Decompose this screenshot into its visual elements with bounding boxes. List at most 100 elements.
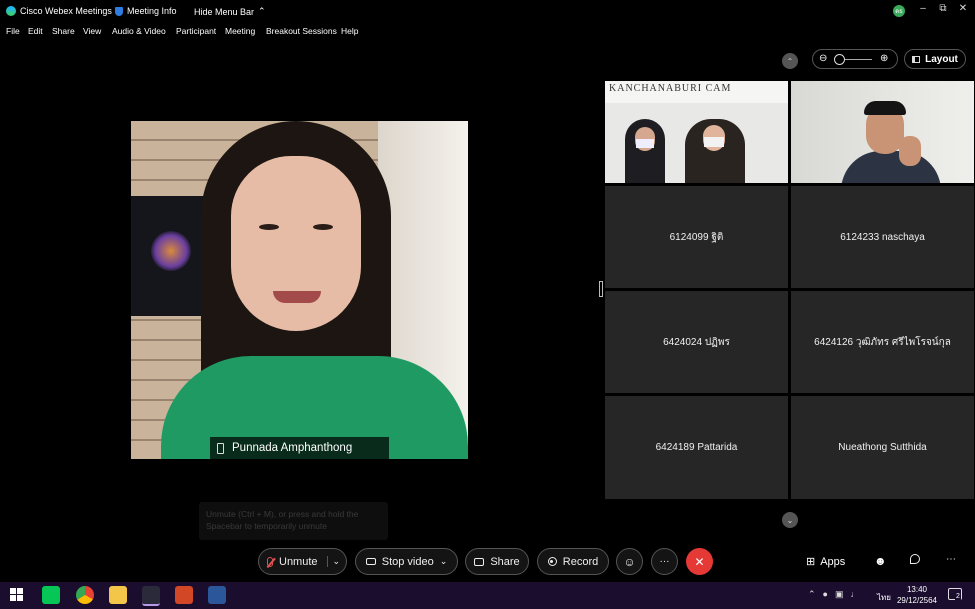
menu-breakout-sessions[interactable]: Breakout Sessions bbox=[266, 26, 337, 36]
participant-name-label: Punnada Amphanthong bbox=[210, 437, 389, 459]
tile-participant-name: 6424024 ปฏิพร bbox=[663, 336, 730, 348]
network-icon[interactable]: ▣ bbox=[835, 589, 844, 600]
chat-button[interactable] bbox=[910, 553, 920, 567]
menu-meeting[interactable]: Meeting bbox=[225, 26, 255, 36]
menu-help[interactable]: Help bbox=[341, 26, 358, 36]
video-tile-classroom: KANCHANABURI CAM bbox=[605, 81, 788, 183]
scroll-down-button[interactable]: ⌄ bbox=[782, 512, 798, 528]
unmute-hint-text: Unmute (Ctrl + M), or press and hold the… bbox=[206, 509, 359, 531]
unmute-options-chevron-icon[interactable]: ⌄ bbox=[326, 556, 340, 567]
video-tile: 6124099 ฐิติ bbox=[605, 186, 788, 288]
line-app-icon[interactable] bbox=[42, 586, 60, 604]
system-tray: ⌃ ● ▣ ♩ bbox=[808, 589, 860, 600]
person-face bbox=[231, 156, 361, 331]
notification-center-button[interactable]: 2 bbox=[948, 588, 962, 600]
apps-grid-icon: ⊞ bbox=[806, 556, 816, 568]
powerpoint-icon[interactable] bbox=[175, 586, 193, 604]
video-tile: 6424189 Pattarida bbox=[605, 396, 788, 499]
record-button[interactable]: Record bbox=[537, 548, 609, 575]
panel-resize-handle[interactable] bbox=[599, 281, 603, 297]
video-tile: Nueathong Sutthida bbox=[791, 396, 974, 499]
meeting-info-button[interactable]: Meeting Info bbox=[115, 6, 177, 16]
close-window-button[interactable]: ✕ bbox=[955, 3, 971, 17]
clock-time: 13:40 bbox=[906, 585, 928, 594]
record-icon bbox=[547, 557, 557, 566]
zoom-slider-handle[interactable] bbox=[834, 54, 845, 65]
layout-label: Layout bbox=[925, 53, 958, 65]
clock-date: 29/12/2564 bbox=[896, 596, 938, 605]
ellipsis-icon: ⋯ bbox=[946, 554, 956, 565]
active-speaker-video: Punnada Amphanthong bbox=[131, 121, 468, 459]
webex-taskbar-icon[interactable] bbox=[142, 586, 160, 606]
microphone-muted-icon bbox=[266, 556, 276, 568]
minimize-button[interactable]: – bbox=[915, 3, 931, 17]
video-camera-icon bbox=[365, 558, 376, 565]
share-button[interactable]: Share bbox=[465, 548, 529, 575]
user-avatar[interactable]: ดธ bbox=[893, 5, 905, 17]
person-right bbox=[685, 119, 745, 183]
participants-button[interactable]: ☻ bbox=[874, 554, 887, 568]
share-screen-icon bbox=[474, 557, 485, 566]
video-options-chevron-icon[interactable]: ⌄ bbox=[440, 556, 448, 567]
video-tile: 6424126 วุฒิภัทร ศรีไพโรจน์กุล bbox=[791, 291, 974, 393]
stop-video-label: Stop video bbox=[381, 555, 434, 568]
video-tile-man bbox=[791, 81, 974, 183]
chrome-icon[interactable] bbox=[76, 586, 94, 604]
reactions-button[interactable]: ☺ bbox=[616, 548, 643, 575]
volume-icon[interactable]: ♩ bbox=[851, 589, 860, 600]
windows-start-icon[interactable] bbox=[10, 588, 23, 601]
unmute-button[interactable]: Unmute ⌄ bbox=[258, 548, 347, 575]
tile-participant-name: 6124233 naschaya bbox=[840, 231, 925, 243]
menu-edit[interactable]: Edit bbox=[28, 26, 43, 36]
zoom-in-icon[interactable]: ⊕ bbox=[880, 53, 888, 64]
input-language[interactable]: ไทย bbox=[877, 591, 891, 604]
chevron-down-icon: ⌄ bbox=[786, 515, 794, 525]
active-speaker-name: Punnada Amphanthong bbox=[232, 442, 353, 454]
hide-menu-bar-button[interactable]: Hide Menu Bar ⌃ bbox=[194, 6, 266, 17]
menu-file[interactable]: File bbox=[6, 26, 20, 36]
scroll-up-button[interactable]: ⌃ bbox=[782, 53, 798, 69]
hide-menu-label: Hide Menu Bar bbox=[194, 6, 255, 17]
backdrop-text: KANCHANABURI CAM bbox=[609, 83, 732, 94]
chat-bubble-icon bbox=[910, 554, 920, 564]
chevron-up-icon: ⌃ bbox=[786, 56, 794, 66]
zoom-control: ⊖ ⊕ bbox=[812, 49, 898, 69]
tile-participant-name: 6124099 ฐิติ bbox=[669, 231, 724, 243]
chevron-up-icon[interactable]: ⌃ bbox=[808, 589, 816, 600]
end-call-button[interactable]: ✕ bbox=[686, 548, 713, 575]
layout-button[interactable]: Layout bbox=[904, 49, 966, 69]
record-label: Record bbox=[562, 555, 599, 568]
meeting-info-label: Meeting Info bbox=[127, 6, 177, 16]
menu-share[interactable]: Share bbox=[52, 26, 75, 36]
shield-icon bbox=[115, 6, 123, 16]
apps-button[interactable]: ⊞ Apps bbox=[806, 555, 846, 569]
file-explorer-icon[interactable] bbox=[109, 586, 127, 604]
person-man-hands bbox=[899, 136, 921, 166]
avatar-initials: ดธ bbox=[895, 9, 903, 15]
restore-button[interactable]: ⧉ bbox=[935, 3, 951, 17]
apps-label: Apps bbox=[820, 555, 846, 568]
more-options-button[interactable]: ··· bbox=[651, 548, 678, 575]
participants-icon: ☻ bbox=[874, 554, 887, 568]
menu-bar: File Edit Share View Audio & Video Parti… bbox=[0, 24, 975, 38]
menu-view[interactable]: View bbox=[83, 26, 101, 36]
microphone-icon[interactable]: ● bbox=[823, 589, 828, 600]
clock[interactable]: 13:40 29/12/2564 bbox=[896, 584, 938, 606]
app-title: Cisco Webex Meetings bbox=[20, 6, 112, 16]
title-bar: Cisco Webex Meetings Meeting Info Hide M… bbox=[0, 0, 975, 22]
unmute-label: Unmute bbox=[279, 555, 318, 568]
video-tile: 6124233 naschaya bbox=[791, 186, 974, 288]
word-icon[interactable] bbox=[208, 586, 226, 604]
unmute-hint-tooltip: Unmute (Ctrl + M), or press and hold the… bbox=[199, 502, 388, 540]
notification-count-badge: 2 bbox=[955, 593, 961, 600]
stop-video-button[interactable]: Stop video ⌄ bbox=[355, 548, 458, 575]
tile-participant-name: 6424189 Pattarida bbox=[655, 442, 738, 453]
person-left bbox=[625, 119, 665, 183]
backdrop-sign: KANCHANABURI CAM bbox=[605, 81, 788, 103]
layout-icon bbox=[912, 55, 921, 63]
menu-participant[interactable]: Participant bbox=[176, 26, 216, 36]
zoom-out-icon[interactable]: ⊖ bbox=[819, 53, 827, 64]
more-options-label: ··· bbox=[659, 556, 670, 567]
menu-audio-video[interactable]: Audio & Video bbox=[112, 26, 166, 36]
panel-more-button[interactable]: ⋯ bbox=[946, 554, 956, 565]
